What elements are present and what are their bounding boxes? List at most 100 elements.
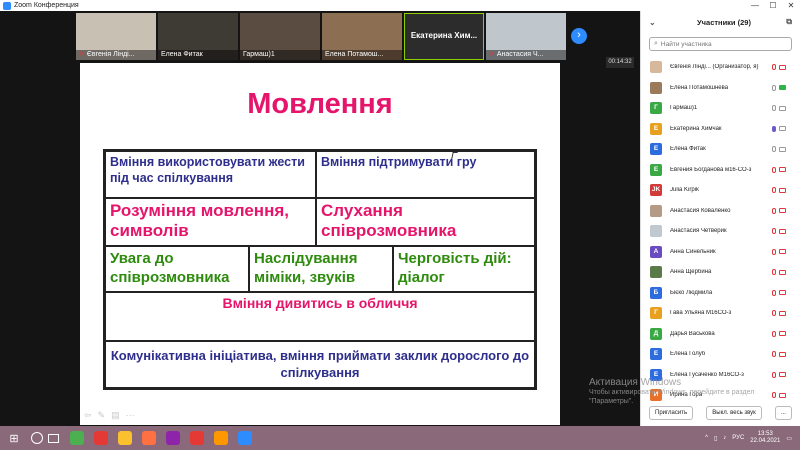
participant-status <box>772 371 786 378</box>
taskbar-app-opera-icon[interactable] <box>94 431 108 445</box>
thumbnail-name-bar: ✕ Анастасия Ч... <box>486 50 566 60</box>
mic-icon[interactable] <box>772 392 776 399</box>
video-icon[interactable] <box>779 372 786 378</box>
avatar <box>650 204 662 217</box>
video-icon[interactable] <box>779 351 786 357</box>
taskbar-app-media-icon[interactable] <box>166 431 180 445</box>
mic-icon[interactable] <box>772 248 776 255</box>
video-icon[interactable] <box>779 269 786 275</box>
more-options-button[interactable]: ... <box>774 406 792 420</box>
participant-name: Євгенія Лінді... (Организатор, я) <box>670 64 759 71</box>
video-thumbnail[interactable]: Елена Фитак <box>158 13 238 60</box>
mic-icon[interactable] <box>772 269 776 276</box>
participant-row[interactable]: Г Гармаш)1 <box>641 98 800 119</box>
close-button[interactable]: ✕ <box>782 1 800 10</box>
video-icon[interactable] <box>779 64 786 70</box>
video-thumbnail[interactable]: ✕ Євгенія Лінді... <box>76 13 156 60</box>
notifications-icon[interactable]: ▭ <box>786 435 792 442</box>
participant-row[interactable]: Е Евгения Богданова м16-СО-з <box>641 160 800 181</box>
participant-row[interactable]: Елена Потамошнева <box>641 78 800 99</box>
participant-row[interactable]: Е Елена Голуб <box>641 344 800 365</box>
cell-understanding: Розуміння мовлення, символів <box>105 198 316 246</box>
taskbar-apps <box>65 431 257 445</box>
maximize-button[interactable]: ☐ <box>764 1 782 10</box>
mic-icon[interactable] <box>772 310 776 317</box>
taskbar-clock[interactable]: 13:53 22.04.2021 <box>750 431 780 445</box>
more-slide-options-icon[interactable]: ⋯ <box>126 410 135 421</box>
mic-icon[interactable] <box>772 330 776 337</box>
volume-icon[interactable]: ♪ <box>723 435 726 441</box>
collapse-chevron-icon[interactable]: ⌄ <box>649 18 656 27</box>
participant-row[interactable]: Анастасия Четверик <box>641 221 800 242</box>
video-icon[interactable] <box>779 392 786 398</box>
mic-icon[interactable] <box>772 187 776 194</box>
participant-search-input[interactable] <box>660 40 781 48</box>
avatar: JK <box>650 184 662 197</box>
participant-search[interactable]: ⌕ <box>649 37 792 51</box>
next-page-button[interactable]: › <box>571 28 587 44</box>
participant-row[interactable]: Анастасия Коваленко <box>641 201 800 222</box>
participant-row[interactable]: Д Дарья Васькова <box>641 324 800 345</box>
invite-button[interactable]: Пригласить <box>649 406 694 420</box>
avatar <box>650 81 662 94</box>
mic-icon[interactable] <box>772 84 776 91</box>
tray-arrow-icon[interactable]: ^ <box>705 435 708 441</box>
mic-icon[interactable] <box>772 371 776 378</box>
taskbar-app-firefox-icon[interactable] <box>142 431 156 445</box>
mic-icon[interactable] <box>772 351 776 358</box>
video-thumbnail[interactable]: ✕ Анастасия Ч... <box>486 13 566 60</box>
video-icon[interactable] <box>779 290 786 296</box>
mic-icon[interactable] <box>772 289 776 296</box>
video-icon[interactable] <box>779 167 786 173</box>
slides-icon[interactable]: ▤ <box>111 410 120 421</box>
mic-icon[interactable] <box>772 166 776 173</box>
participant-row[interactable]: Євгенія Лінді... (Организатор, я) <box>641 57 800 78</box>
slide-toolbar: ⇦ ✎ ▤ ⋯ <box>84 410 135 421</box>
mic-icon[interactable] <box>772 64 776 71</box>
participant-status <box>772 248 786 255</box>
pen-icon[interactable]: ✎ <box>98 410 106 421</box>
clock-time: 13:53 <box>757 431 773 437</box>
taskbar-search-icon[interactable] <box>31 432 43 444</box>
network-icon[interactable]: ▯ <box>714 435 717 442</box>
participant-name: Евгения Богданова м16-СО-з <box>670 166 752 173</box>
video-icon[interactable] <box>779 187 786 193</box>
prev-slide-icon[interactable]: ⇦ <box>84 410 92 421</box>
mic-icon[interactable] <box>772 105 776 112</box>
popout-icon[interactable]: ⧉ <box>786 17 792 27</box>
video-icon[interactable] <box>779 105 786 111</box>
start-menu-icon[interactable]: ⊞ <box>3 432 25 445</box>
video-icon[interactable] <box>779 85 786 91</box>
video-icon[interactable] <box>779 208 786 214</box>
mic-icon[interactable] <box>772 207 776 214</box>
video-thumbnail[interactable]: Гармаш)1 <box>240 13 320 60</box>
avatar: Е <box>650 122 662 135</box>
taskbar-app-zoom-icon[interactable] <box>238 431 252 445</box>
participant-row[interactable]: А Анна Синельник <box>641 242 800 263</box>
video-icon[interactable] <box>779 331 786 337</box>
taskbar-app-chrome-icon[interactable] <box>70 431 84 445</box>
mute-all-button[interactable]: Выкл. весь звук <box>706 406 762 420</box>
participant-row[interactable]: Е Елена Фитак <box>641 139 800 160</box>
video-icon[interactable] <box>779 126 786 132</box>
participant-row[interactable]: Анна Щербина <box>641 262 800 283</box>
mic-icon[interactable] <box>772 228 776 235</box>
video-thumbnail[interactable]: Елена Потамош... <box>322 13 402 60</box>
participant-row[interactable]: Б Бієко Людмила <box>641 283 800 304</box>
video-icon[interactable] <box>779 146 786 152</box>
video-icon[interactable] <box>779 310 786 316</box>
taskbar-app-files-icon[interactable] <box>118 431 132 445</box>
task-view-icon[interactable] <box>48 433 59 443</box>
mic-icon[interactable] <box>772 146 776 153</box>
video-icon[interactable] <box>779 249 786 255</box>
keyboard-language[interactable]: РУС <box>732 435 744 441</box>
taskbar-app-yandex-icon[interactable] <box>190 431 204 445</box>
participant-row[interactable]: Г Гава Ульяна М16СО-з <box>641 303 800 324</box>
mic-icon[interactable] <box>772 125 776 132</box>
video-icon[interactable] <box>779 228 786 234</box>
taskbar-app-paint-icon[interactable] <box>214 431 228 445</box>
minimize-button[interactable]: — <box>746 1 764 10</box>
participant-row[interactable]: Е Екатерина Химчак <box>641 119 800 140</box>
video-thumbnail[interactable]: Екатерина Хим... <box>404 13 484 60</box>
participant-row[interactable]: JK Julia Kirpik <box>641 180 800 201</box>
